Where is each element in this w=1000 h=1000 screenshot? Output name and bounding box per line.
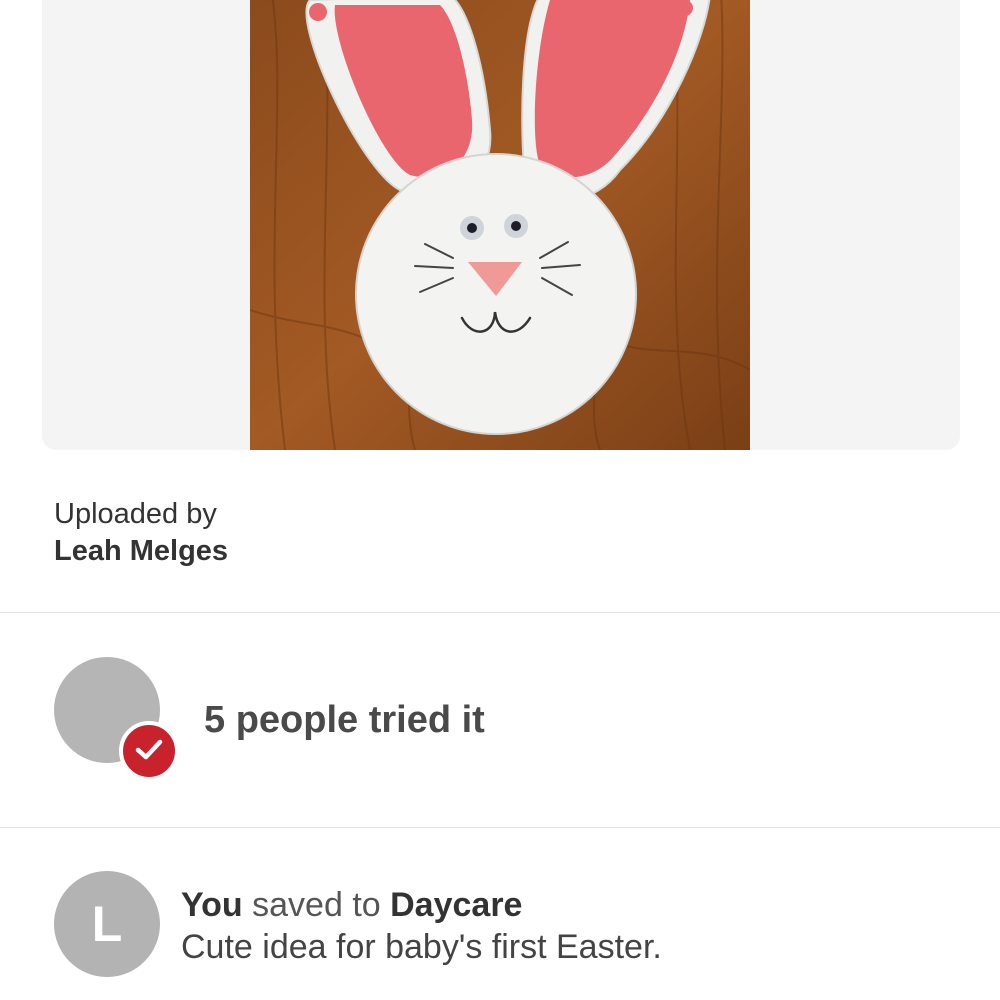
check-icon	[135, 739, 163, 760]
saved-verb: saved to	[242, 886, 391, 924]
tried-it-count: 5 people tried it	[204, 699, 485, 741]
pin-detail-page: Uploaded by Leah Melges 5 people tried i…	[0, 0, 1000, 1000]
bunny-craft-image	[250, 0, 750, 450]
saved-activity-row[interactable]: L You saved to Daycare Cute idea for bab…	[0, 828, 1000, 1000]
saved-note: Cute idea for baby's first Easter.	[181, 928, 662, 966]
check-badge	[119, 721, 179, 781]
uploader-section[interactable]: Uploaded by Leah Melges	[54, 496, 228, 570]
saved-line: You saved to Daycare	[181, 886, 522, 925]
saved-actor: You	[181, 886, 243, 924]
pin-image[interactable]	[250, 0, 750, 450]
board-link[interactable]: Daycare	[390, 886, 522, 924]
pin-image-card[interactable]	[42, 0, 960, 450]
user-avatar[interactable]: L	[54, 871, 160, 977]
tried-it-row[interactable]: 5 people tried it	[0, 613, 1000, 827]
uploader-name[interactable]: Leah Melges	[54, 532, 228, 570]
uploader-label: Uploaded by	[54, 498, 217, 530]
